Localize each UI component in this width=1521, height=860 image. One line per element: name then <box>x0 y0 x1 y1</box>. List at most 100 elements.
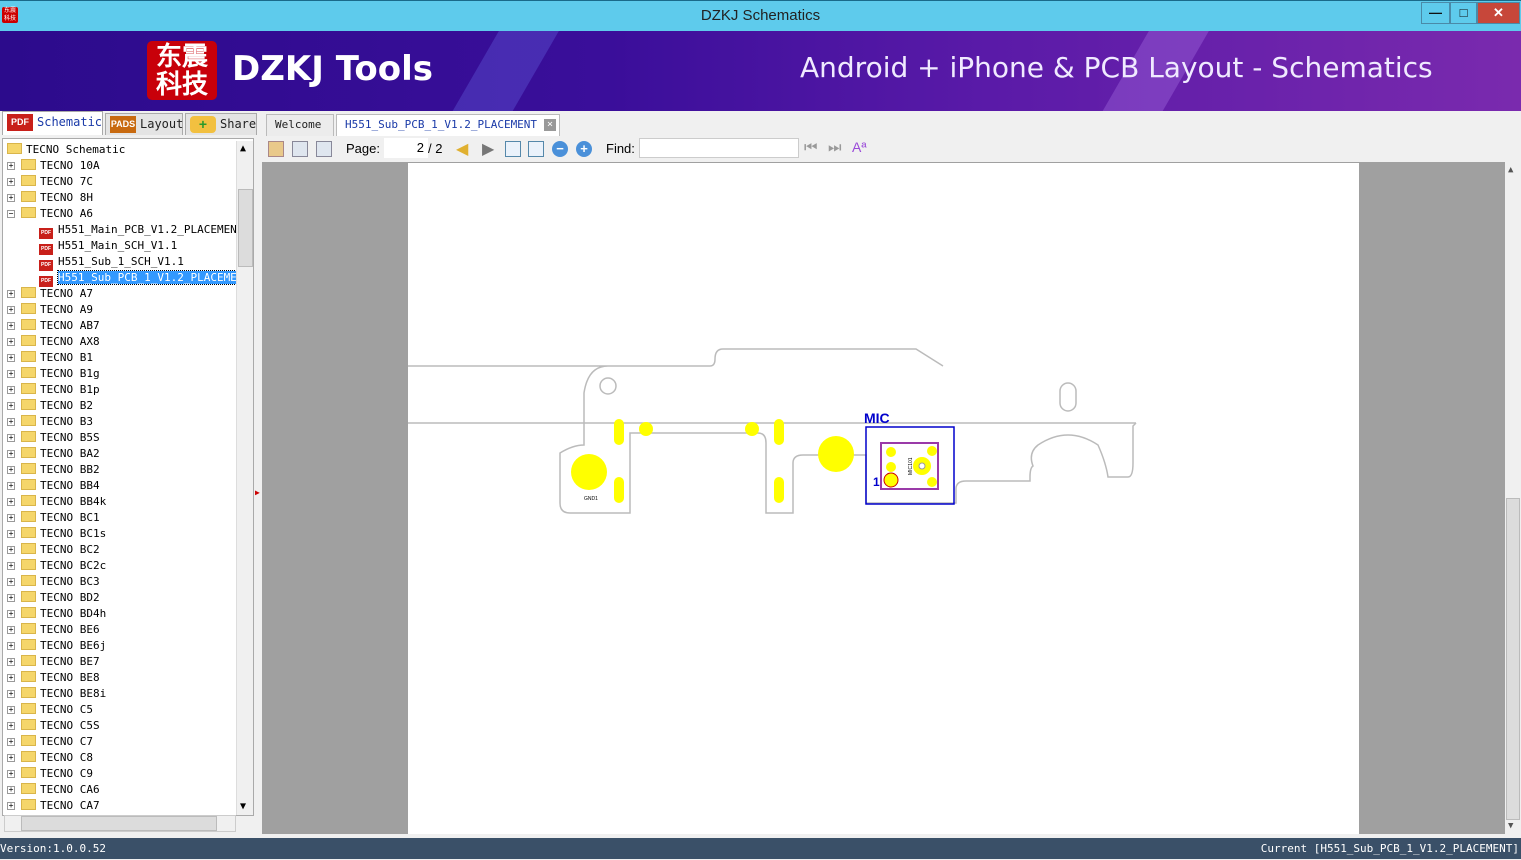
tree-file[interactable]: PDF H551_Sub_PCB_1_V1.2_PLACEMENT <box>39 270 252 287</box>
tree-folder[interactable]: TECNO A6 <box>21 206 93 222</box>
tree-horizontal-scrollbar[interactable] <box>4 815 236 832</box>
tree-folder[interactable]: TECNO C7 <box>21 734 93 750</box>
expand-icon[interactable]: + <box>7 658 15 666</box>
expand-icon[interactable]: + <box>7 354 15 362</box>
expand-icon[interactable]: + <box>7 738 15 746</box>
tree-folder[interactable]: TECNO BC3 <box>21 574 100 590</box>
rotate-left-icon[interactable] <box>292 141 308 157</box>
tree-folder[interactable]: TECNO B5S <box>21 430 100 446</box>
tab-layout[interactable]: PADS Layout <box>105 113 183 135</box>
scroll-down-arrow-icon[interactable]: ▼ <box>240 801 246 812</box>
tree-folder[interactable]: TECNO BB4 <box>21 478 100 494</box>
expand-icon[interactable]: + <box>7 434 15 442</box>
expand-icon[interactable]: + <box>7 674 15 682</box>
tree-folder[interactable]: TECNO BE6j <box>21 638 106 654</box>
maximize-button[interactable]: □ <box>1450 2 1477 24</box>
expand-icon[interactable]: + <box>7 386 15 394</box>
expand-icon[interactable]: + <box>7 530 15 538</box>
tree-folder[interactable]: TECNO B2 <box>21 398 93 414</box>
expand-icon[interactable]: + <box>7 690 15 698</box>
tree-folder[interactable]: TECNO BE8 <box>21 670 100 686</box>
tree-folder[interactable]: TECNO C5 <box>21 702 93 718</box>
expand-icon[interactable]: + <box>7 290 15 298</box>
page-input[interactable]: 2 <box>384 138 428 158</box>
expand-icon[interactable]: + <box>7 322 15 330</box>
collapse-icon[interactable]: − <box>7 210 15 218</box>
tree-folder[interactable]: TECNO BA2 <box>21 446 100 462</box>
zoom-out-icon[interactable]: − <box>552 141 568 157</box>
tree-folder[interactable]: TECNO 8H <box>21 190 93 206</box>
find-previous-icon[interactable]: ⏮ <box>804 139 818 156</box>
tree-folder[interactable]: TECNO BC1s <box>21 526 106 542</box>
tree-file[interactable]: PDF H551_Main_SCH_V1.1 <box>39 238 177 255</box>
expand-icon[interactable]: + <box>7 178 15 186</box>
tree-folder[interactable]: TECNO 10A <box>21 158 100 174</box>
zoom-in-icon[interactable]: + <box>576 141 592 157</box>
viewer-vertical-scrollbar[interactable]: ▲ ▼ <box>1505 162 1521 834</box>
tree-folder[interactable]: TECNO C5S <box>21 718 100 734</box>
scroll-up-arrow-icon[interactable]: ▲ <box>1508 165 1513 175</box>
rotate-right-icon[interactable] <box>316 141 332 157</box>
expand-icon[interactable]: + <box>7 546 15 554</box>
tree-folder[interactable]: TECNO BD4h <box>21 606 106 622</box>
expand-icon[interactable]: + <box>7 450 15 458</box>
next-page-icon[interactable]: ▶ <box>482 139 494 159</box>
scroll-thumb[interactable] <box>21 816 217 831</box>
expand-icon[interactable]: + <box>7 194 15 202</box>
tree-folder[interactable]: TECNO BE8i <box>21 686 106 702</box>
tab-schematic[interactable]: PDF Schematic <box>2 111 103 135</box>
minimize-button[interactable]: — <box>1421 2 1450 24</box>
expand-icon[interactable]: + <box>7 706 15 714</box>
tree-folder[interactable]: TECNO BE7 <box>21 654 100 670</box>
expand-icon[interactable]: + <box>7 418 15 426</box>
panel-splitter[interactable]: ▶ <box>255 138 261 838</box>
scroll-thumb[interactable] <box>238 189 253 267</box>
tree-folder[interactable]: TECNO B1 <box>21 350 93 366</box>
find-next-icon[interactable]: ⏭ <box>828 139 842 156</box>
expand-icon[interactable]: + <box>7 802 15 810</box>
tree-file[interactable]: PDF H551_Main_PCB_V1.2_PLACEMENT <box>39 222 243 239</box>
expand-icon[interactable]: + <box>7 482 15 490</box>
tree-folder[interactable]: TECNO C9 <box>21 766 93 782</box>
tree-folder[interactable]: TECNO B3 <box>21 414 93 430</box>
tree-folder[interactable]: TECNO BC2 <box>21 542 100 558</box>
tree-folder[interactable]: TECNO A7 <box>21 286 93 302</box>
close-button[interactable]: ✕ <box>1477 2 1520 24</box>
file-tree[interactable]: TECNO Schematic + TECNO 10A + TECNO 7C + TECNO… <box>2 138 254 816</box>
tree-folder[interactable]: TECNO B1g <box>21 366 100 382</box>
tree-folder[interactable]: TECNO BC1 <box>21 510 100 526</box>
tree-folder[interactable]: TECNO BD2 <box>21 590 100 606</box>
expand-icon[interactable]: + <box>7 610 15 618</box>
tree-root[interactable]: TECNO Schematic <box>7 142 125 158</box>
fit-width-icon[interactable] <box>505 141 521 157</box>
tree-folder[interactable]: TECNO BE6 <box>21 622 100 638</box>
tab-document[interactable]: H551_Sub_PCB_1_V1.2_PLACEMENT × <box>336 114 561 136</box>
expand-icon[interactable]: + <box>7 754 15 762</box>
expand-icon[interactable]: + <box>7 162 15 170</box>
tab-share[interactable]: + Share <box>185 113 257 135</box>
expand-icon[interactable]: + <box>7 306 15 314</box>
scroll-thumb[interactable] <box>1506 498 1520 820</box>
expand-icon[interactable]: + <box>7 562 15 570</box>
tree-folder[interactable]: TECNO CA6 <box>21 782 100 798</box>
scroll-down-arrow-icon[interactable]: ▼ <box>1508 821 1513 831</box>
expand-icon[interactable]: + <box>7 578 15 586</box>
expand-icon[interactable]: + <box>7 402 15 410</box>
expand-icon[interactable]: + <box>7 514 15 522</box>
tree-folder[interactable]: TECNO C8 <box>21 750 93 766</box>
close-tab-icon[interactable]: × <box>544 119 557 131</box>
expand-icon[interactable]: + <box>7 770 15 778</box>
tree-folder[interactable]: TECNO AB7 <box>21 318 100 334</box>
tree-folder[interactable]: TECNO CA7 <box>21 798 100 814</box>
expand-icon[interactable]: + <box>7 642 15 650</box>
tree-folder[interactable]: TECNO AX8 <box>21 334 100 350</box>
tree-folder[interactable]: TECNO BC2c <box>21 558 106 574</box>
tree-folder[interactable]: TECNO 7C <box>21 174 93 190</box>
fit-page-icon[interactable] <box>528 141 544 157</box>
find-input[interactable] <box>639 138 799 158</box>
expand-icon[interactable]: + <box>7 498 15 506</box>
expand-icon[interactable]: + <box>7 722 15 730</box>
expand-icon[interactable]: + <box>7 626 15 634</box>
tab-welcome[interactable]: Welcome <box>266 114 334 136</box>
tree-folder[interactable]: TECNO BB4k <box>21 494 106 510</box>
